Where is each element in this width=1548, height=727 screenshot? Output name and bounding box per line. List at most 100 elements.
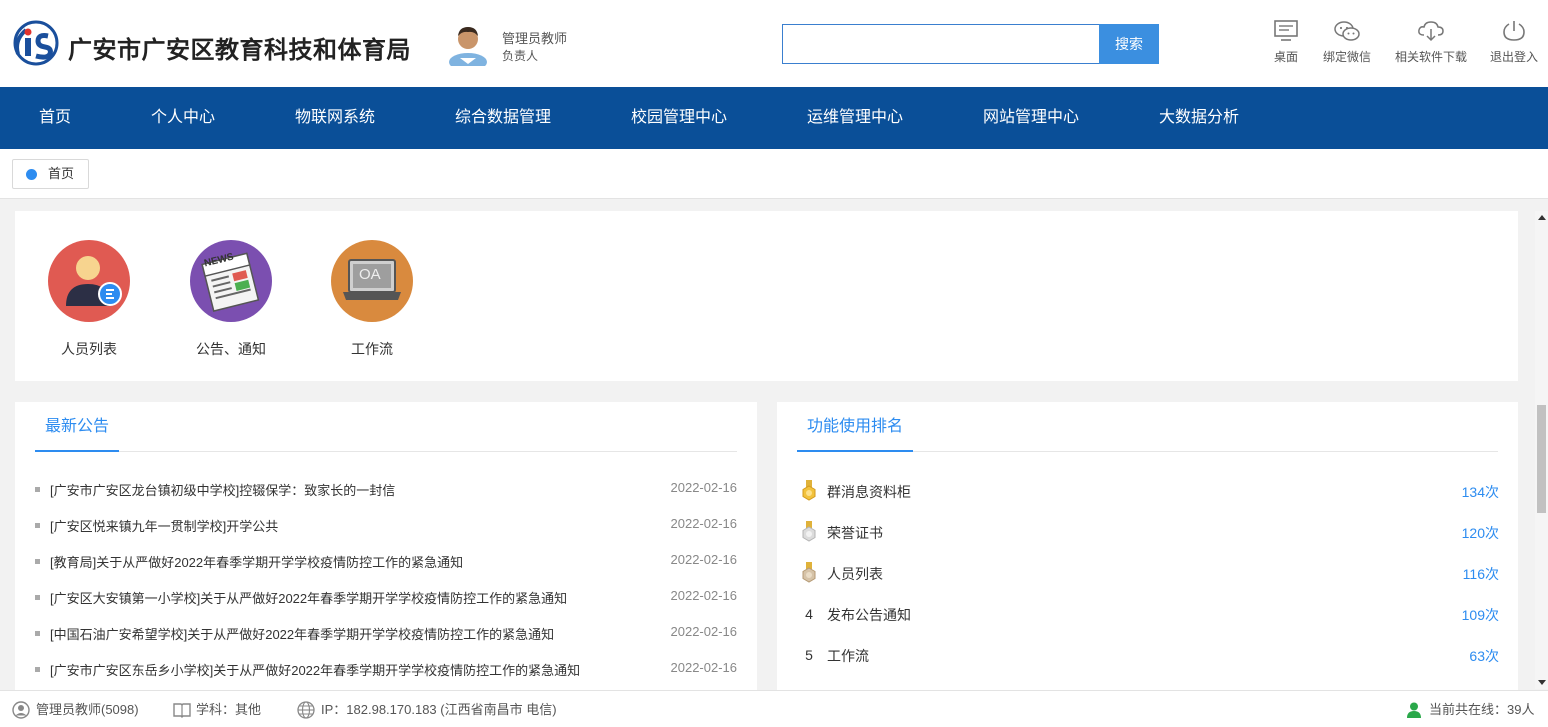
tab-latest-notices[interactable]: 最新公告 bbox=[35, 402, 120, 452]
rank-label[interactable]: 群消息资料柜 bbox=[827, 482, 911, 502]
site-title: 广安市广安区教育科技和体育局 bbox=[68, 37, 411, 64]
notice-title[interactable]: [广安市广安区龙台镇初级中学校]控辍保学：致家长的一封信 bbox=[50, 480, 395, 499]
notice-title[interactable]: [广安区悦来镇九年一贯制学校]开学公共 bbox=[50, 516, 278, 535]
list-item[interactable]: [广安区悦来镇九年一贯制学校]开学公共 2022-02-16 bbox=[35, 516, 737, 536]
bind-wechat-button[interactable]: 绑定微信 bbox=[1323, 20, 1371, 65]
shortcut-user-list[interactable]: 人员列表 bbox=[39, 240, 139, 359]
rank-label[interactable]: 工作流 bbox=[827, 646, 869, 666]
rank-count: 120次 bbox=[1461, 525, 1499, 541]
list-item[interactable]: 群消息资料柜 134次 bbox=[797, 479, 1499, 503]
list-item[interactable]: [广安市广安区龙台镇初级中学校]控辍保学：致家长的一封信 2022-02-16 bbox=[35, 480, 737, 500]
notice-title[interactable]: [广安市广安区东岳乡小学校]关于从严做好2022年春季学期开学学校疫情防控工作的… bbox=[50, 660, 580, 679]
list-item[interactable]: 4 发布公告通知 109次 bbox=[797, 602, 1499, 626]
rank-number: 5 bbox=[805, 647, 813, 663]
list-item[interactable]: 人员列表 116次 bbox=[797, 561, 1499, 585]
scrollbar[interactable] bbox=[1535, 211, 1548, 689]
rank-count: 116次 bbox=[1462, 566, 1499, 582]
footer-user: 管理员教师(5098) bbox=[12, 691, 139, 727]
power-icon bbox=[1503, 21, 1525, 41]
nav-item-iot-system[interactable]: 物联网系统 bbox=[295, 87, 375, 149]
oa-laptop-icon: OA bbox=[331, 240, 413, 322]
oa-text: OA bbox=[359, 266, 381, 283]
cloud-download-icon bbox=[1418, 21, 1444, 42]
nav-item-home[interactable]: 首页 bbox=[39, 87, 71, 149]
bronze-medal-icon bbox=[802, 562, 816, 583]
bullet-icon bbox=[35, 631, 40, 636]
notice-date: 2022-02-16 bbox=[670, 660, 738, 675]
bullet-icon bbox=[35, 559, 40, 564]
bullet-icon bbox=[35, 595, 40, 600]
notice-title[interactable]: [教育局]关于从严做好2022年春季学期开学学校疫情防控工作的紧急通知 bbox=[50, 552, 463, 571]
list-item[interactable]: 5 工作流 63次 bbox=[797, 643, 1499, 667]
nav-item-ops-management[interactable]: 运维管理中心 bbox=[807, 87, 903, 149]
list-item[interactable]: [中国石油广安希望学校]关于从严做好2022年春季学期开学学校疫情防控工作的紧急… bbox=[35, 624, 737, 644]
search-input[interactable] bbox=[782, 24, 1100, 64]
nav-item-personal-center[interactable]: 个人中心 bbox=[151, 87, 215, 149]
shortcut-notices-label: 公告、通知 bbox=[196, 341, 266, 357]
scroll-down-arrow-icon[interactable] bbox=[1538, 680, 1546, 685]
scroll-thumb[interactable] bbox=[1537, 405, 1546, 513]
list-item[interactable]: [广安区大安镇第一小学校]关于从严做好2022年春季学期开学学校疫情防控工作的紧… bbox=[35, 588, 737, 608]
tab-feature-ranking[interactable]: 功能使用排名 bbox=[797, 402, 914, 452]
news-icon: NEWS bbox=[190, 240, 272, 322]
rank-count: 63次 bbox=[1469, 648, 1499, 664]
scroll-up-arrow-icon[interactable] bbox=[1538, 215, 1546, 220]
footer-user-text: 管理员教师(5098) bbox=[36, 702, 139, 717]
user-circle-icon bbox=[12, 701, 30, 719]
notice-date: 2022-02-16 bbox=[670, 480, 738, 495]
search-button[interactable]: 搜索 bbox=[1099, 24, 1159, 64]
shortcut-notices[interactable]: NEWS 公告、通知 bbox=[181, 240, 281, 359]
footer-online: 当前共在线：39人 bbox=[1405, 691, 1534, 727]
shortcut-workflow-label: 工作流 bbox=[351, 341, 393, 357]
rank-count: 134次 bbox=[1461, 484, 1499, 500]
notice-title[interactable]: [广安区大安镇第一小学校]关于从严做好2022年春季学期开学学校疫情防控工作的紧… bbox=[50, 588, 567, 607]
desktop-button[interactable]: 桌面 bbox=[1273, 20, 1299, 65]
main-nav: 首页 个人中心 物联网系统 综合数据管理 校园管理中心 运维管理中心 网站管理中… bbox=[0, 87, 1548, 149]
rank-label[interactable]: 人员列表 bbox=[827, 564, 883, 584]
nav-item-data-management[interactable]: 综合数据管理 bbox=[455, 87, 551, 149]
list-item[interactable]: [广安市广安区东岳乡小学校]关于从严做好2022年春季学期开学学校疫情防控工作的… bbox=[35, 660, 737, 680]
wechat-icon bbox=[1334, 21, 1360, 41]
notice-date: 2022-02-16 bbox=[670, 516, 738, 531]
notice-panel-header: 最新公告 bbox=[35, 402, 737, 452]
shortcut-workflow[interactable]: OA 工作流 bbox=[322, 240, 422, 359]
notice-title[interactable]: [中国石油广安希望学校]关于从严做好2022年春季学期开学学校疫情防控工作的紧急… bbox=[50, 624, 554, 643]
breadcrumb: 首页 bbox=[0, 149, 1548, 199]
desktop-icon bbox=[1274, 20, 1298, 41]
software-download-button[interactable]: 相关软件下载 bbox=[1395, 20, 1467, 65]
list-item[interactable]: 荣誉证书 120次 bbox=[797, 520, 1499, 544]
notice-panel: 最新公告 [广安市广安区龙台镇初级中学校]控辍保学：致家长的一封信 2022-0… bbox=[15, 402, 757, 692]
nav-item-big-data[interactable]: 大数据分析 bbox=[1159, 87, 1239, 149]
is-logo-icon[interactable] bbox=[12, 20, 60, 66]
ranking-panel: 功能使用排名 群消息资料柜 134次 荣誉证书 120次 人员列表 116次 4… bbox=[777, 402, 1518, 692]
desktop-label: 桌面 bbox=[1273, 50, 1298, 64]
nav-item-website-management[interactable]: 网站管理中心 bbox=[983, 87, 1079, 149]
bind-wechat-label: 绑定微信 bbox=[1323, 50, 1372, 64]
rank-number: 4 bbox=[805, 606, 813, 622]
list-item[interactable]: [教育局]关于从严做好2022年春季学期开学学校疫情防控工作的紧急通知 2022… bbox=[35, 552, 737, 572]
ranking-panel-header: 功能使用排名 bbox=[797, 402, 1498, 452]
user-name: 管理员教师 bbox=[502, 31, 568, 46]
user-role: 负责人 bbox=[502, 49, 539, 63]
tab-home[interactable]: 首页 bbox=[12, 159, 89, 189]
logout-label: 退出登入 bbox=[1490, 50, 1539, 64]
online-user-icon bbox=[1407, 702, 1421, 718]
rank-count: 109次 bbox=[1461, 607, 1499, 623]
bullet-icon bbox=[35, 523, 40, 528]
logout-button[interactable]: 退出登入 bbox=[1490, 20, 1538, 65]
software-download-label: 相关软件下载 bbox=[1395, 50, 1468, 64]
globe-icon bbox=[297, 701, 315, 719]
avatar[interactable] bbox=[446, 22, 490, 66]
gold-medal-icon bbox=[802, 480, 816, 501]
rank-label[interactable]: 发布公告通知 bbox=[827, 605, 911, 625]
book-icon bbox=[173, 703, 191, 718]
shortcut-panel: 人员列表 NEWS 公告、通知 OA 工作流 bbox=[15, 211, 1518, 381]
bullet-icon bbox=[35, 487, 40, 492]
tab-home-label: 首页 bbox=[48, 166, 75, 181]
status-bar: 管理员教师(5098) 学科：其他 IP：182.98.170.183 (江西省… bbox=[0, 690, 1548, 727]
shortcut-user-list-label: 人员列表 bbox=[61, 341, 117, 357]
nav-item-campus-management[interactable]: 校园管理中心 bbox=[631, 87, 727, 149]
rank-label[interactable]: 荣誉证书 bbox=[827, 523, 883, 543]
user-list-icon bbox=[48, 240, 130, 322]
bullet-icon bbox=[35, 667, 40, 672]
